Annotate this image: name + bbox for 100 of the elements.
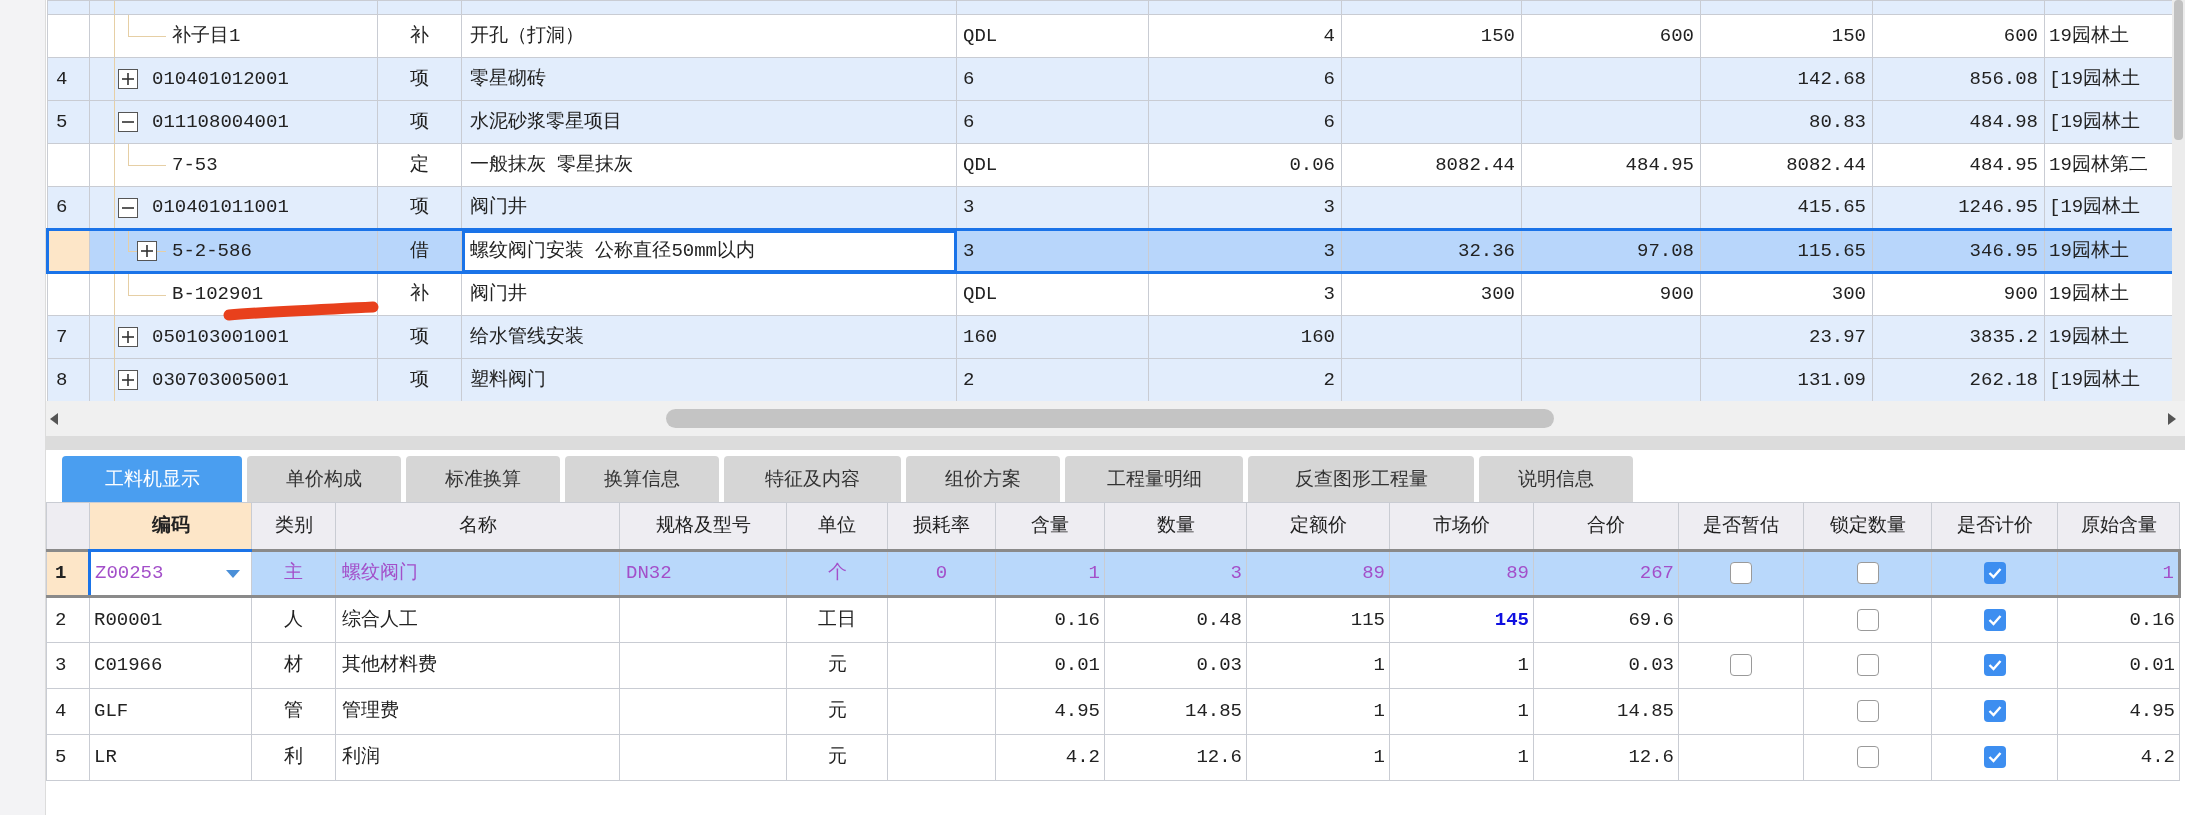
row-number: 2	[46, 596, 90, 643]
table-cell: 1	[2057, 550, 2180, 597]
tab[interactable]: 单价构成	[247, 456, 401, 502]
column-header[interactable]: 数量	[1104, 502, 1247, 551]
checkbox[interactable]	[1856, 608, 1879, 631]
row-number: 5	[47, 100, 90, 144]
checkbox[interactable]	[1856, 700, 1879, 723]
table-cell: 262.18	[1872, 358, 2045, 401]
table-cell: 个	[786, 550, 888, 597]
table-cell: LR	[89, 734, 252, 781]
name-cell: 水泥砂浆零星项目	[461, 100, 957, 144]
column-header[interactable]: 单位	[786, 502, 888, 551]
table-cell: 1	[1246, 734, 1390, 781]
row-number: 5	[46, 734, 90, 781]
table-cell: 6	[956, 100, 1149, 144]
checkbox[interactable]	[1983, 562, 2006, 585]
checkbox[interactable]	[1856, 746, 1879, 769]
table-cell: 19园林土	[2044, 14, 2172, 58]
material-code: Z00253	[95, 562, 164, 585]
table-cell: QDL	[956, 272, 1149, 316]
tab[interactable]: 换算信息	[565, 456, 719, 502]
table-cell: 6	[956, 57, 1149, 101]
type-cell: 项	[377, 358, 462, 401]
table-cell: 160	[956, 315, 1149, 359]
checkbox[interactable]	[1856, 654, 1879, 677]
table-cell: 4.95	[2057, 688, 2180, 735]
table-cell: 4.2	[2057, 734, 2180, 781]
minus-box-icon[interactable]	[118, 197, 138, 218]
table-cell: 3835.2	[1872, 315, 2045, 359]
table-cell: 12.6	[1104, 734, 1247, 781]
table-cell: 3	[1148, 272, 1342, 316]
scroll-left-icon[interactable]	[49, 411, 59, 426]
table-cell: 2	[1148, 358, 1342, 401]
plus-box-icon[interactable]	[118, 370, 138, 390]
table-cell: QDL	[956, 14, 1149, 58]
table-cell: 0.01	[995, 642, 1105, 689]
table-cell: 14.85	[1533, 688, 1679, 735]
tab[interactable]: 标准换算	[406, 456, 560, 502]
tab[interactable]: 特征及内容	[724, 456, 901, 502]
horizontal-scrollbar[interactable]	[46, 401, 2185, 436]
checkbox[interactable]	[1730, 654, 1752, 677]
tab[interactable]: 反查图形工程量	[1248, 456, 1474, 502]
checkbox[interactable]	[1983, 654, 2006, 677]
table-cell: 32.36	[1341, 229, 1522, 273]
column-header[interactable]: 定额价	[1246, 502, 1390, 551]
table-cell: 主	[251, 550, 336, 597]
scrollbar-thumb[interactable]	[666, 409, 1554, 428]
checkbox[interactable]	[1983, 608, 2006, 631]
minus-box-icon[interactable]	[118, 112, 138, 132]
tab[interactable]: 组价方案	[906, 456, 1060, 502]
plus-box-icon[interactable]	[118, 327, 138, 347]
column-header[interactable]: 编码	[89, 502, 252, 551]
table-cell: 其他材料费	[335, 642, 620, 689]
checkbox[interactable]	[1983, 700, 2006, 723]
table-cell: 综合人工	[335, 596, 620, 643]
table-cell: 142.68	[1700, 57, 1873, 101]
table-cell: 19园林土	[2044, 272, 2172, 316]
name-cell: 开孔（打洞）	[461, 14, 957, 58]
table-cell: 元	[786, 734, 888, 781]
column-header[interactable]: 含量	[995, 502, 1105, 551]
caret-icon[interactable]	[225, 568, 241, 579]
column-header[interactable]: 原始含量	[2057, 502, 2180, 551]
scroll-right-icon[interactable]	[2167, 411, 2177, 426]
plus-box-icon[interactable]	[137, 241, 157, 261]
table-cell: 1	[1389, 734, 1534, 781]
table-cell: QDL	[956, 143, 1149, 187]
item-code: 050103001001	[152, 325, 289, 348]
column-header[interactable]: 市场价	[1389, 502, 1534, 551]
scrollbar-thumb[interactable]	[2174, 0, 2183, 140]
column-header[interactable]: 是否计价	[1931, 502, 2058, 551]
checkbox[interactable]	[1983, 746, 2006, 769]
table-cell: 3	[1104, 550, 1247, 597]
row-number: 6	[47, 186, 90, 230]
table-cell: 0	[887, 550, 996, 597]
checkbox[interactable]	[1856, 562, 1879, 585]
table-cell: 0.03	[1533, 642, 1679, 689]
column-header[interactable]: 是否暂估	[1678, 502, 1804, 551]
row-number: 8	[47, 358, 90, 401]
type-cell: 补	[377, 14, 462, 58]
column-header[interactable]: 合价	[1533, 502, 1679, 551]
column-header[interactable]: 锁定数量	[1803, 502, 1932, 551]
name-cell: 阀门井	[461, 186, 957, 230]
plus-box-icon[interactable]	[118, 69, 138, 89]
column-header[interactable]: 损耗率	[887, 502, 996, 551]
item-code: 7-53	[172, 153, 218, 176]
tab[interactable]: 说明信息	[1479, 456, 1633, 502]
table-cell: 0.16	[995, 596, 1105, 643]
table-cell: 工日	[786, 596, 888, 643]
checkbox[interactable]	[1730, 562, 1752, 585]
column-header[interactable]: 规格及型号	[619, 502, 787, 551]
table-cell: DN32	[619, 550, 787, 597]
table-cell: 3	[1148, 229, 1342, 273]
table-cell: 螺纹阀门	[335, 550, 620, 597]
column-header[interactable]: 类别	[251, 502, 336, 551]
column-header[interactable]: 名称	[335, 502, 620, 551]
vertical-scrollbar[interactable]	[2172, 0, 2185, 401]
type-cell: 项	[377, 315, 462, 359]
tab[interactable]: 工程量明细	[1065, 456, 1243, 502]
name-cell: 阀门井	[461, 272, 957, 316]
item-code: 030703005001	[152, 368, 289, 391]
